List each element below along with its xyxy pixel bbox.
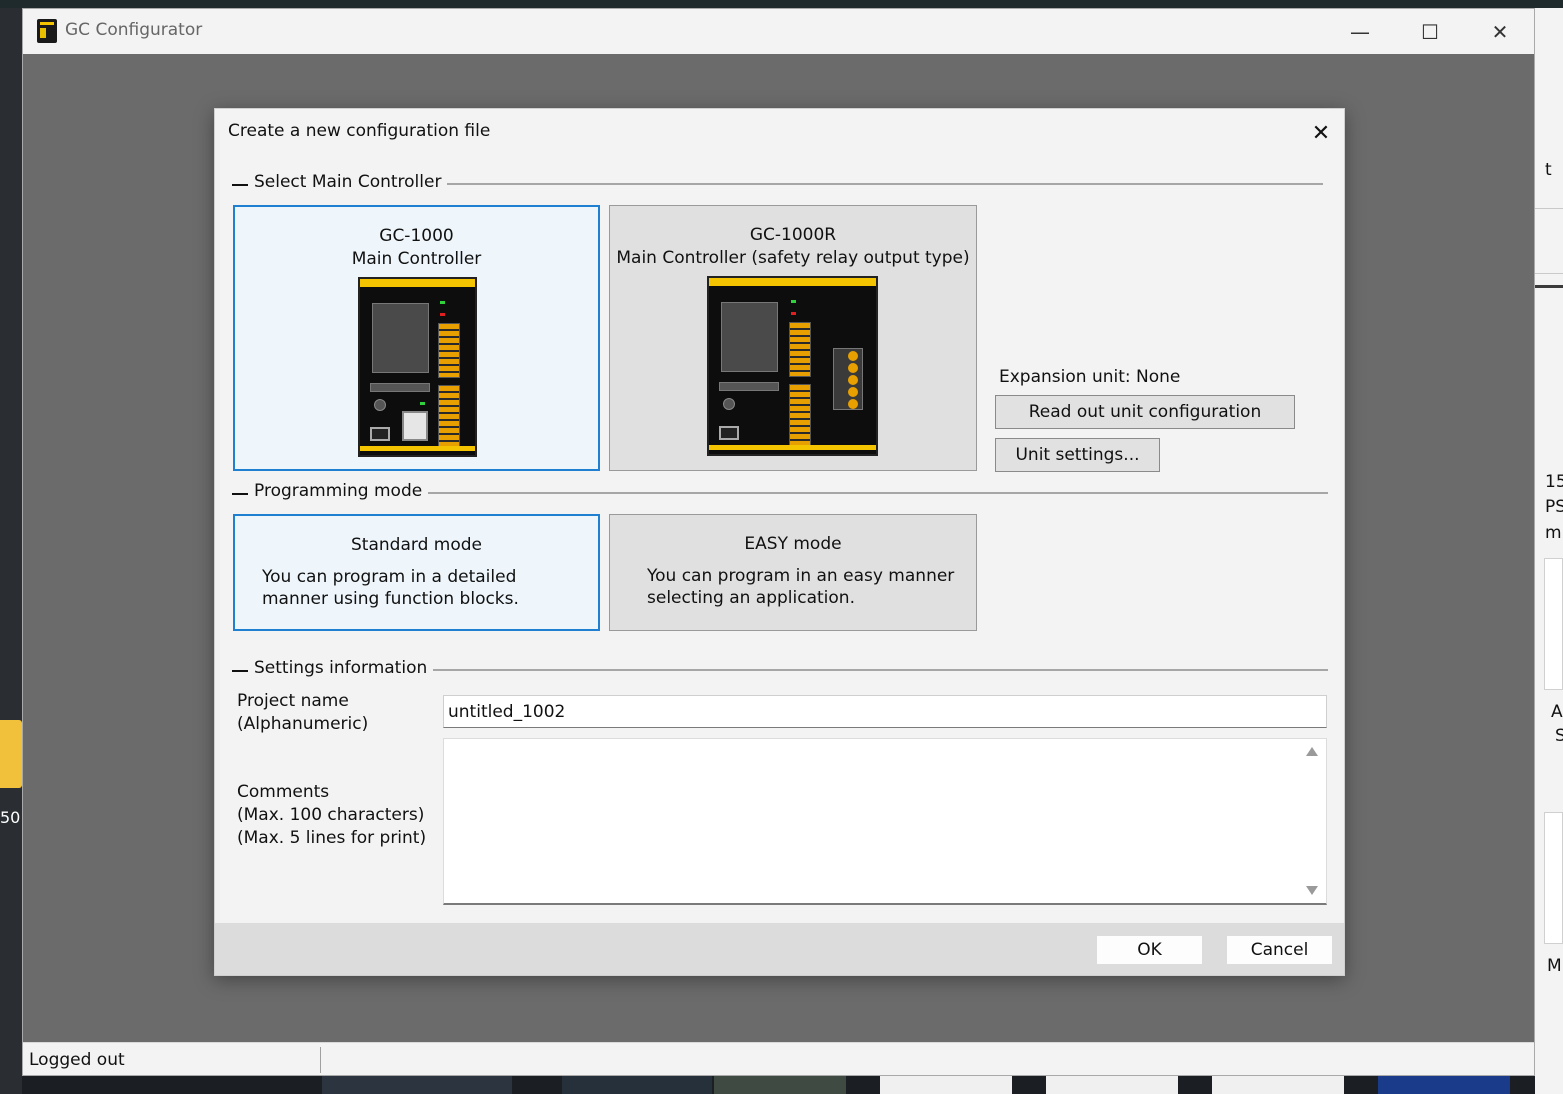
ok-button[interactable]: OK: [1096, 935, 1203, 965]
title-bar[interactable]: GC Configurator — ☐ ✕: [23, 9, 1534, 54]
taskbar-thumbnails: [22, 1076, 1535, 1094]
close-icon: ✕: [1311, 120, 1331, 146]
controller-option-gc-1000r[interactable]: GC-1000R Main Controller (safety relay o…: [609, 205, 977, 471]
background-text: t: [1545, 160, 1552, 180]
app-window: GC Configurator — ☐ ✕ Create a new confi…: [22, 8, 1535, 1076]
background-text: S: [1555, 726, 1563, 746]
background-text: A: [1551, 702, 1563, 722]
project-name-label: Project name: [237, 691, 349, 711]
close-window-button[interactable]: ✕: [1465, 9, 1535, 54]
window-title: GC Configurator: [65, 20, 203, 40]
login-status: Logged out: [29, 1050, 125, 1070]
controller-name: GC-1000: [379, 226, 454, 246]
background-window-right: t 15 PS m A S M: [1535, 8, 1563, 1094]
comments-label: Comments: [237, 782, 330, 802]
scroll-up-arrow-icon[interactable]: [1306, 747, 1318, 756]
controller-option-gc-1000[interactable]: GC-1000 Main Controller: [233, 205, 600, 471]
controller-subtitle: Main Controller (safety relay output typ…: [616, 248, 970, 268]
app-logo-icon: [37, 19, 57, 43]
gc-1000r-device-image: [707, 276, 878, 456]
status-bar: Logged out: [23, 1042, 1534, 1075]
desktop-icon-folder[interactable]: 50: [0, 700, 22, 880]
group-label-settings-information: Settings information: [250, 658, 434, 678]
maximize-button[interactable]: ☐: [1395, 9, 1465, 54]
folder-icon: [0, 720, 22, 788]
dialog-close-button[interactable]: ✕: [1305, 117, 1337, 149]
background-text: 15: [1545, 472, 1563, 492]
mode-option-standard[interactable]: Standard mode You can program in a detai…: [233, 514, 600, 631]
unit-settings-button[interactable]: Unit settings...: [995, 438, 1160, 472]
new-config-dialog: Create a new configuration file ✕ Select…: [214, 108, 1345, 976]
desktop-background-top: [0, 0, 1563, 8]
read-out-unit-configuration-button[interactable]: Read out unit configuration: [995, 395, 1295, 429]
mode-name: EASY mode: [744, 534, 842, 554]
group-label-main-controller: Select Main Controller: [250, 172, 448, 192]
dialog-footer: OK Cancel: [215, 923, 1344, 975]
controller-subtitle: Main Controller: [351, 249, 482, 269]
mode-description: You can program in a detailed manner usi…: [262, 567, 519, 609]
dialog-title: Create a new configuration file: [228, 121, 491, 141]
project-name-input[interactable]: [443, 695, 1327, 728]
status-separator: [320, 1047, 321, 1073]
mode-option-easy[interactable]: EASY mode You can program in an easy man…: [609, 514, 977, 631]
background-tile: [1544, 812, 1563, 944]
group-label-programming-mode: Programming mode: [250, 481, 429, 501]
cancel-button[interactable]: Cancel: [1226, 935, 1333, 965]
comments-hint-chars: (Max. 100 characters): [237, 805, 425, 825]
controller-name: GC-1000R: [749, 225, 837, 245]
background-text: m: [1545, 523, 1562, 543]
maximize-icon: ☐: [1421, 19, 1439, 44]
mode-description: You can program in an easy manner select…: [647, 566, 955, 608]
expansion-unit-status: Expansion unit: None: [999, 367, 1181, 387]
minimize-icon: —: [1350, 19, 1370, 44]
comments-textarea[interactable]: [443, 738, 1327, 905]
scroll-down-arrow-icon[interactable]: [1306, 886, 1318, 895]
background-text: M: [1547, 956, 1562, 976]
desktop-icon-label: 50: [0, 808, 21, 827]
background-tile: [1544, 558, 1563, 690]
minimize-button[interactable]: —: [1325, 9, 1395, 54]
close-icon: ✕: [1491, 19, 1509, 44]
background-text: PS: [1545, 497, 1563, 517]
mode-name: Standard mode: [351, 535, 482, 555]
project-name-hint: (Alphanumeric): [237, 714, 369, 734]
comments-hint-lines: (Max. 5 lines for print): [237, 828, 427, 848]
gc-1000-device-image: [358, 277, 477, 457]
